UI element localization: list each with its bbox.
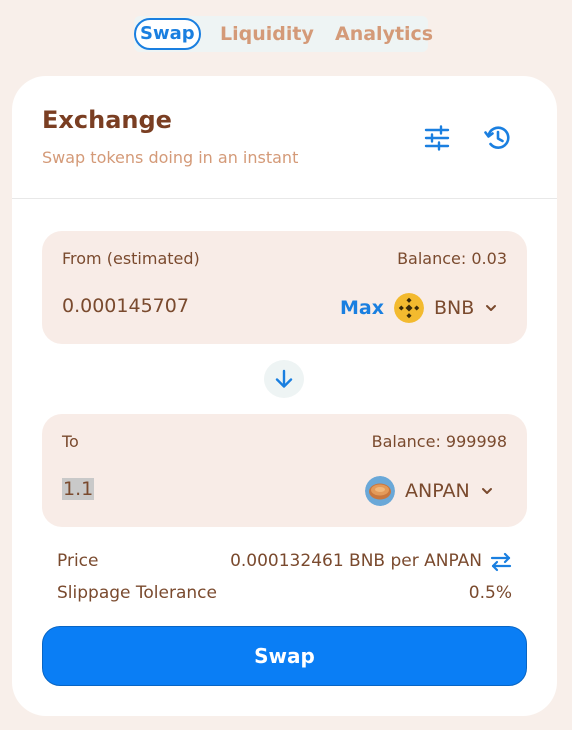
from-amount-input[interactable]: 0.000145707	[62, 295, 282, 317]
exchange-card: Exchange Swap tokens doing in an instant	[12, 76, 557, 716]
nav-tabs: Swap Liquidity Analytics	[134, 16, 433, 52]
chevron-down-icon	[481, 488, 492, 494]
page-title: Exchange	[42, 106, 172, 134]
to-panel: To Balance: 999998 1.1 ANPAN	[42, 414, 527, 527]
max-button[interactable]: Max	[340, 297, 384, 319]
bnb-logo-icon	[394, 293, 424, 323]
slippage-value: 0.5%	[468, 583, 512, 603]
tab-analytics[interactable]: Analytics	[335, 16, 433, 52]
price-value: 0.000132461 BNB per ANPAN	[230, 551, 482, 571]
price-row: Price 0.000132461 BNB per ANPAN	[57, 551, 512, 573]
slippage-row: Slippage Tolerance 0.5%	[57, 583, 512, 603]
to-token-select[interactable]: ANPAN	[365, 474, 494, 508]
settings-button[interactable]	[422, 123, 452, 153]
to-token-symbol: ANPAN	[405, 480, 470, 502]
to-amount-value: 1.1	[62, 478, 95, 500]
from-token-select[interactable]: BNB	[394, 291, 498, 325]
arrow-down-icon	[275, 369, 293, 388]
history-button[interactable]	[483, 123, 513, 153]
to-amount-input[interactable]: 1.1	[62, 478, 282, 500]
swap-button[interactable]: Swap	[42, 626, 527, 686]
from-token-symbol: BNB	[434, 297, 475, 319]
from-balance: Balance: 0.03	[397, 249, 507, 268]
from-panel: From (estimated) Balance: 0.03 0.0001457…	[42, 231, 527, 344]
header-divider	[12, 198, 557, 199]
history-icon	[484, 126, 510, 149]
swap-arrows-icon[interactable]	[490, 551, 512, 573]
to-label: To	[62, 432, 79, 451]
tab-swap[interactable]: Swap	[134, 18, 201, 50]
switch-direction-button[interactable]	[264, 360, 304, 398]
to-balance: Balance: 999998	[371, 432, 507, 451]
from-label: From (estimated)	[62, 249, 200, 268]
tab-liquidity[interactable]: Liquidity	[220, 16, 314, 52]
page-subtitle: Swap tokens doing in an instant	[42, 148, 299, 167]
price-label: Price	[57, 551, 99, 571]
sliders-icon	[424, 125, 450, 151]
chevron-down-icon	[486, 305, 497, 311]
anpan-logo-icon	[365, 476, 395, 506]
slippage-label: Slippage Tolerance	[57, 583, 217, 603]
